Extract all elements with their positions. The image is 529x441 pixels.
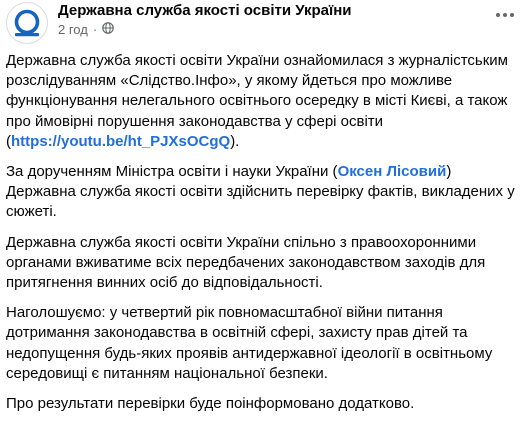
facebook-post: Державна служба якості освіти України 2 … xyxy=(0,0,529,441)
video-link[interactable]: https://youtu.be/ht_PJXsOCgQ xyxy=(11,133,230,150)
post-timestamp[interactable]: 2 год xyxy=(58,22,88,37)
post-body: Державна служба якості освіти України оз… xyxy=(6,51,516,424)
paragraph-text: ). xyxy=(230,132,240,150)
post-paragraph-5: Про результати перевірки буде поінформов… xyxy=(6,395,415,413)
globe-icon[interactable] xyxy=(102,22,114,37)
post-paragraph-3: Державна служба якості освіти України сп… xyxy=(6,233,486,292)
post-header: Державна служба якості освіти України 2 … xyxy=(0,0,529,46)
post-paragraph-1: Державна служба якості освіти України оз… xyxy=(6,51,516,152)
mention-link[interactable]: Оксен Лісовий xyxy=(338,163,447,180)
more-options-icon[interactable] xyxy=(491,4,519,26)
post-paragraph-2: За дорученням Міністра освіти і науки Ук… xyxy=(6,162,516,223)
avatar[interactable] xyxy=(6,2,48,44)
page-logo-icon xyxy=(14,9,40,37)
post-paragraph-4: Наголошуємо: у четвертий рік повномасшта… xyxy=(6,304,493,382)
paragraph-text: За дорученням Міністра освіти і науки Ук… xyxy=(6,163,338,181)
post-meta: 2 год · xyxy=(58,22,114,37)
page-name[interactable]: Державна служба якості освіти України xyxy=(58,2,352,19)
meta-separator: · xyxy=(92,22,98,37)
